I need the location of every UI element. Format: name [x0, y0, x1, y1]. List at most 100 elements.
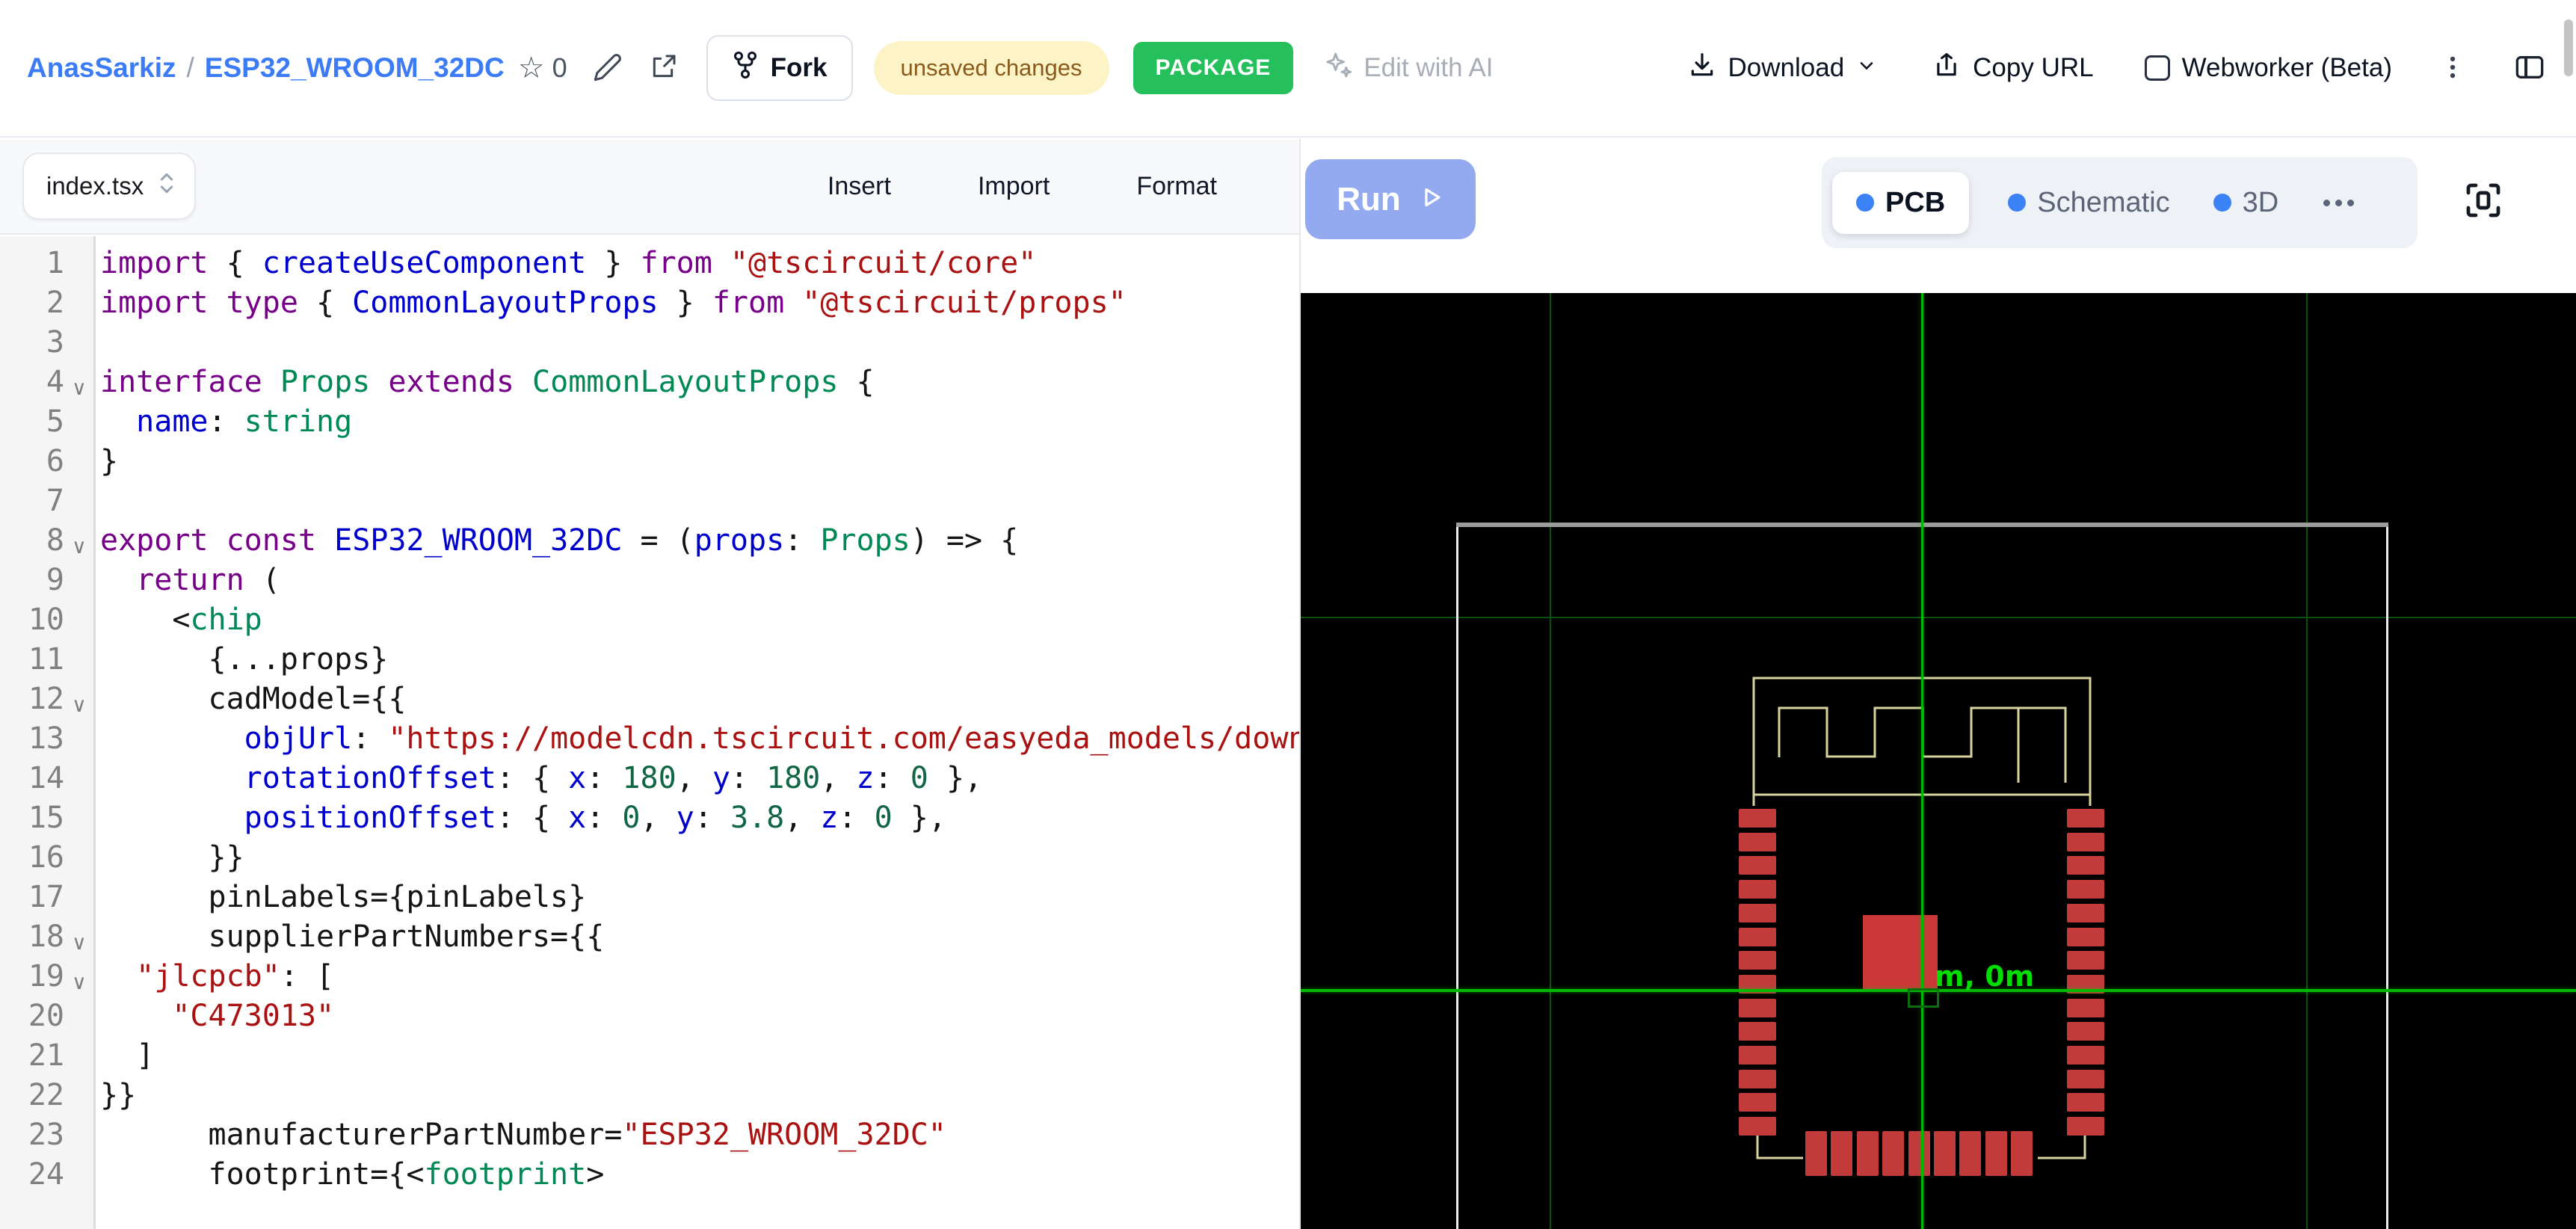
code-line[interactable]: 22}}	[0, 1076, 1299, 1115]
line-gutter[interactable]: 5	[0, 402, 96, 442]
code-line[interactable]: 8∨export const ESP32_WROOM_32DC = (props…	[0, 521, 1299, 561]
smd-pad-right[interactable]	[2067, 1117, 2104, 1136]
line-gutter[interactable]: 22	[0, 1076, 96, 1115]
line-gutter[interactable]: 6	[0, 442, 96, 481]
code-line[interactable]: 17 pinLabels={pinLabels}	[0, 878, 1299, 917]
smd-pad-left[interactable]	[1739, 904, 1776, 922]
code-line[interactable]: 7	[0, 481, 1299, 521]
smd-pad-left[interactable]	[1739, 833, 1776, 851]
line-gutter[interactable]: 8∨	[0, 521, 96, 561]
star-counter[interactable]: ☆ 0	[518, 52, 567, 84]
line-gutter[interactable]: 15	[0, 798, 96, 838]
code-line[interactable]: 12∨ cadModel={{	[0, 680, 1299, 719]
smd-pad-left[interactable]	[1739, 809, 1776, 828]
code-line[interactable]: 10 <chip	[0, 600, 1299, 640]
smd-pad-left[interactable]	[1739, 880, 1776, 899]
code-line[interactable]: 21 ]	[0, 1036, 1299, 1076]
more-options-button[interactable]	[2438, 53, 2467, 84]
line-gutter[interactable]: 13	[0, 719, 96, 759]
breadcrumb-owner-link[interactable]: AnasSarkiz	[27, 52, 176, 84]
tab-3d[interactable]: 3D	[2209, 186, 2284, 220]
code-line[interactable]: 19∨ "jlcpcb": [	[0, 957, 1299, 997]
code-line[interactable]: 11 {...props}	[0, 640, 1299, 680]
code-line[interactable]: 4∨interface Props extends CommonLayoutPr…	[0, 363, 1299, 402]
line-gutter[interactable]: 19∨	[0, 957, 96, 997]
line-gutter[interactable]: 21	[0, 1036, 96, 1076]
code-line[interactable]: 24 footprint={<footprint>	[0, 1155, 1299, 1195]
line-gutter[interactable]: 16	[0, 838, 96, 878]
fullscreen-button[interactable]	[2461, 178, 2506, 223]
smd-pad-left[interactable]	[1739, 1093, 1776, 1112]
code-line[interactable]: 5 name: string	[0, 402, 1299, 442]
webworker-toggle[interactable]: Webworker (Beta)	[2145, 53, 2392, 83]
smd-pad-left[interactable]	[1739, 928, 1776, 946]
smd-pad-right[interactable]	[2067, 809, 2104, 828]
line-gutter[interactable]: 1	[0, 244, 96, 283]
smd-pad-right[interactable]	[2067, 833, 2104, 851]
pcb-canvas[interactable]: m, 0m	[1301, 293, 2576, 1229]
smd-pad-bottom[interactable]	[1882, 1131, 1904, 1176]
smd-pad-left[interactable]	[1739, 1046, 1776, 1065]
code-line[interactable]: 15 positionOffset: { x: 0, y: 3.8, z: 0 …	[0, 798, 1299, 838]
menu-format[interactable]: Format	[1132, 171, 1221, 202]
line-gutter[interactable]: 9	[0, 561, 96, 600]
line-gutter[interactable]: 18∨	[0, 917, 96, 957]
smd-pad-bottom[interactable]	[1805, 1131, 1827, 1176]
smd-pad-left[interactable]	[1739, 856, 1776, 875]
smd-pad-left[interactable]	[1739, 999, 1776, 1017]
open-external-button[interactable]	[648, 52, 678, 84]
smd-pad-right[interactable]	[2067, 880, 2104, 899]
code-line[interactable]: 3	[0, 323, 1299, 363]
smd-pad-right[interactable]	[2067, 999, 2104, 1017]
edit-with-ai-button[interactable]: Edit with AI	[1319, 49, 1497, 87]
code-line[interactable]: 2import type { CommonLayoutProps } from …	[0, 283, 1299, 323]
smd-pad-right[interactable]	[2067, 1046, 2104, 1065]
code-line[interactable]: 20 "C473013"	[0, 997, 1299, 1036]
code-editor[interactable]: 1import { createUseComponent } from "@ts…	[0, 236, 1299, 1229]
smd-pad-left[interactable]	[1739, 1070, 1776, 1088]
line-gutter[interactable]: 14	[0, 759, 96, 798]
line-gutter[interactable]: 7	[0, 481, 96, 521]
smd-pad-left[interactable]	[1739, 1117, 1776, 1136]
smd-pad-left[interactable]	[1739, 951, 1776, 970]
line-gutter[interactable]: 11	[0, 640, 96, 680]
smd-pad-bottom[interactable]	[1908, 1131, 1930, 1176]
smd-pad-bottom[interactable]	[1831, 1131, 1852, 1176]
more-tabs-button[interactable]	[2317, 200, 2360, 206]
file-selector[interactable]: index.tsx	[22, 153, 196, 220]
line-gutter[interactable]: 10	[0, 600, 96, 640]
line-gutter[interactable]: 2	[0, 283, 96, 323]
fork-button[interactable]: Fork	[706, 35, 853, 101]
tab-pcb[interactable]: PCB	[1832, 172, 1969, 234]
page-scrollbar-thumb[interactable]	[2564, 19, 2573, 76]
smd-pad-right[interactable]	[2067, 928, 2104, 946]
toggle-sidebar-button[interactable]	[2513, 52, 2546, 84]
smd-pad-right[interactable]	[2067, 1022, 2104, 1041]
line-gutter[interactable]: 20	[0, 997, 96, 1036]
code-line[interactable]: 16 }}	[0, 838, 1299, 878]
line-gutter[interactable]: 24	[0, 1155, 96, 1195]
code-line[interactable]: 18∨ supplierPartNumbers={{	[0, 917, 1299, 957]
center-thermal-pad[interactable]	[1863, 915, 1938, 989]
smd-pad-right[interactable]	[2067, 856, 2104, 875]
smd-pad-bottom[interactable]	[2011, 1131, 2033, 1176]
run-button[interactable]: Run	[1305, 159, 1476, 239]
smd-pad-right[interactable]	[2067, 904, 2104, 922]
smd-pad-right[interactable]	[2067, 1070, 2104, 1088]
line-gutter[interactable]: 23	[0, 1115, 96, 1155]
line-gutter[interactable]: 3	[0, 323, 96, 363]
code-line[interactable]: 9 return (	[0, 561, 1299, 600]
code-line[interactable]: 1import { createUseComponent } from "@ts…	[0, 244, 1299, 283]
download-button[interactable]: Download	[1683, 50, 1882, 87]
code-line[interactable]: 23 manufacturerPartNumber="ESP32_WROOM_3…	[0, 1115, 1299, 1155]
smd-pad-bottom[interactable]	[1959, 1131, 1981, 1176]
smd-pad-bottom[interactable]	[1985, 1131, 2007, 1176]
breadcrumb-project-link[interactable]: ESP32_WROOM_32DC	[205, 52, 505, 84]
smd-pad-left[interactable]	[1739, 1022, 1776, 1041]
line-gutter[interactable]: 17	[0, 878, 96, 917]
smd-pad-bottom[interactable]	[1934, 1131, 1956, 1176]
menu-insert[interactable]: Insert	[823, 171, 896, 202]
line-gutter[interactable]: 4∨	[0, 363, 96, 402]
line-gutter[interactable]: 12∨	[0, 680, 96, 719]
copy-url-button[interactable]: Copy URL	[1928, 50, 2098, 87]
